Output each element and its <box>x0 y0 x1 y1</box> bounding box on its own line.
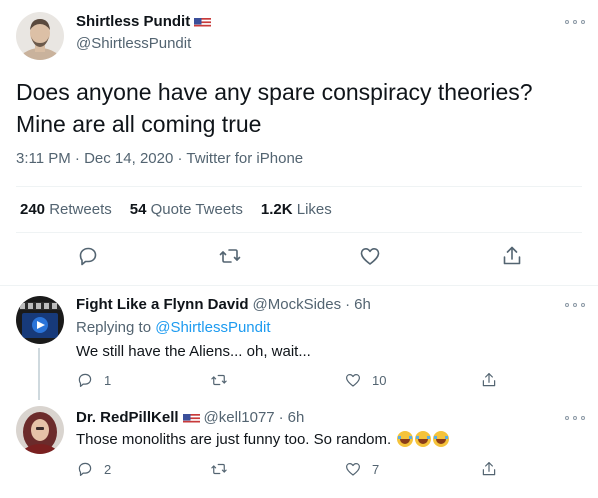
divider <box>16 232 582 233</box>
retweets-stat[interactable]: 240 Retweets <box>20 201 112 218</box>
tweet-source[interactable]: Twitter for iPhone <box>186 150 303 167</box>
reply-author-name[interactable]: Fight Like a Flynn David <box>76 295 249 315</box>
more-options-icon[interactable] <box>565 300 585 310</box>
replying-to: Replying to @ShirtlessPundit <box>76 318 271 338</box>
author-name-text[interactable]: Shirtless Pundit <box>76 12 190 32</box>
reply-tweet[interactable]: Fight Like a Flynn David @MockSides · 6h… <box>0 286 598 392</box>
reply-text-line: Those monoliths are just funny too. So r… <box>76 430 450 450</box>
reply-button[interactable]: 2 <box>76 459 111 479</box>
reply-author-name[interactable]: Dr. RedPillKell <box>76 408 179 428</box>
replying-prefix: Replying to <box>76 319 152 336</box>
meta-dot: · <box>278 409 284 426</box>
reply-author-handle[interactable]: @kell1077 <box>204 408 275 428</box>
tweet-text: Does anyone have any spare conspiracy th… <box>16 79 533 137</box>
thread-line <box>38 348 40 392</box>
author-info: Shirtless Pundit @ShirtlessPundit <box>76 12 212 54</box>
retweets-count: 240 <box>20 201 46 218</box>
tweet-stats: 240 Retweets 54 Quote Tweets 1.2K Likes <box>20 201 332 218</box>
reply-icon <box>78 462 92 476</box>
tweet-actions <box>0 244 598 274</box>
tweet-date[interactable]: Dec 14, 2020 <box>84 150 173 167</box>
reply-header: Fight Like a Flynn David @MockSides · 6h <box>76 295 371 315</box>
meta-dot: · <box>345 296 351 313</box>
like-icon[interactable] <box>358 244 382 268</box>
reply-button[interactable]: 1 <box>76 370 111 390</box>
retweet-icon[interactable] <box>218 244 242 268</box>
likes-stat[interactable]: 1.2K Likes <box>261 201 332 218</box>
tweet-time[interactable]: 3:11 PM <box>16 150 71 167</box>
retweet-icon <box>211 374 227 386</box>
share-icon <box>482 462 496 476</box>
reply-time[interactable]: 6h <box>354 295 371 315</box>
retweets-label: Retweets <box>49 201 112 218</box>
divider <box>16 186 582 187</box>
tweet-meta: 3:11 PM · Dec 14, 2020 · Twitter for iPh… <box>16 150 303 167</box>
share-icon[interactable] <box>500 244 524 268</box>
reply-avatar[interactable] <box>16 296 64 344</box>
more-options-icon[interactable] <box>565 413 585 423</box>
reply-count: 2 <box>104 461 112 477</box>
reply-count: 1 <box>104 372 112 388</box>
like-count: 7 <box>372 461 380 477</box>
reply-actions: 1 10 <box>76 370 516 390</box>
reply-icon[interactable] <box>76 244 100 268</box>
likes-label: Likes <box>296 201 332 218</box>
share-button[interactable] <box>480 370 498 390</box>
retweet-icon <box>211 463 227 475</box>
like-count: 10 <box>372 372 387 388</box>
reply-text: We still have the Aliens... oh, wait... <box>76 343 311 360</box>
reply-time[interactable]: 6h <box>288 408 305 428</box>
author-avatar[interactable] <box>16 12 64 60</box>
reply-header: Dr. RedPillKell @kell1077 · 6h <box>76 408 304 428</box>
likes-count: 1.2K <box>260 201 293 218</box>
reply-text: Those monoliths are just funny too. So r… <box>76 431 392 448</box>
like-icon <box>346 374 360 387</box>
us-flag-icon <box>194 16 212 28</box>
us-flag-icon <box>182 412 200 424</box>
reply-actions: 2 7 <box>76 459 516 479</box>
like-button[interactable]: 10 <box>344 370 386 390</box>
quote-label: Quote Tweets <box>150 201 243 218</box>
like-button[interactable]: 7 <box>344 459 379 479</box>
retweet-button[interactable] <box>210 459 228 479</box>
reply-tweet[interactable]: Dr. RedPillKell @kell1077 · 6h Those mon… <box>0 392 598 498</box>
reply-author-handle[interactable]: @MockSides <box>253 295 342 315</box>
author-name[interactable]: Shirtless Pundit <box>76 12 212 32</box>
joy-emoji-icon <box>395 431 450 448</box>
main-tweet: Shirtless Pundit @ShirtlessPundit Does a… <box>0 0 598 286</box>
quote-count: 54 <box>129 201 147 218</box>
share-icon <box>482 373 496 387</box>
replying-mention[interactable]: @ShirtlessPundit <box>155 319 270 336</box>
thread-line <box>38 392 40 400</box>
more-options-icon[interactable] <box>565 17 585 27</box>
meta-dot: · <box>74 150 85 167</box>
share-button[interactable] <box>480 459 498 479</box>
reply-avatar[interactable] <box>16 406 64 454</box>
retweet-button[interactable] <box>210 370 228 390</box>
like-icon <box>346 463 360 476</box>
quote-tweets-stat[interactable]: 54 Quote Tweets <box>130 201 243 218</box>
author-handle[interactable]: @ShirtlessPundit <box>76 34 211 54</box>
reply-icon <box>78 373 92 387</box>
